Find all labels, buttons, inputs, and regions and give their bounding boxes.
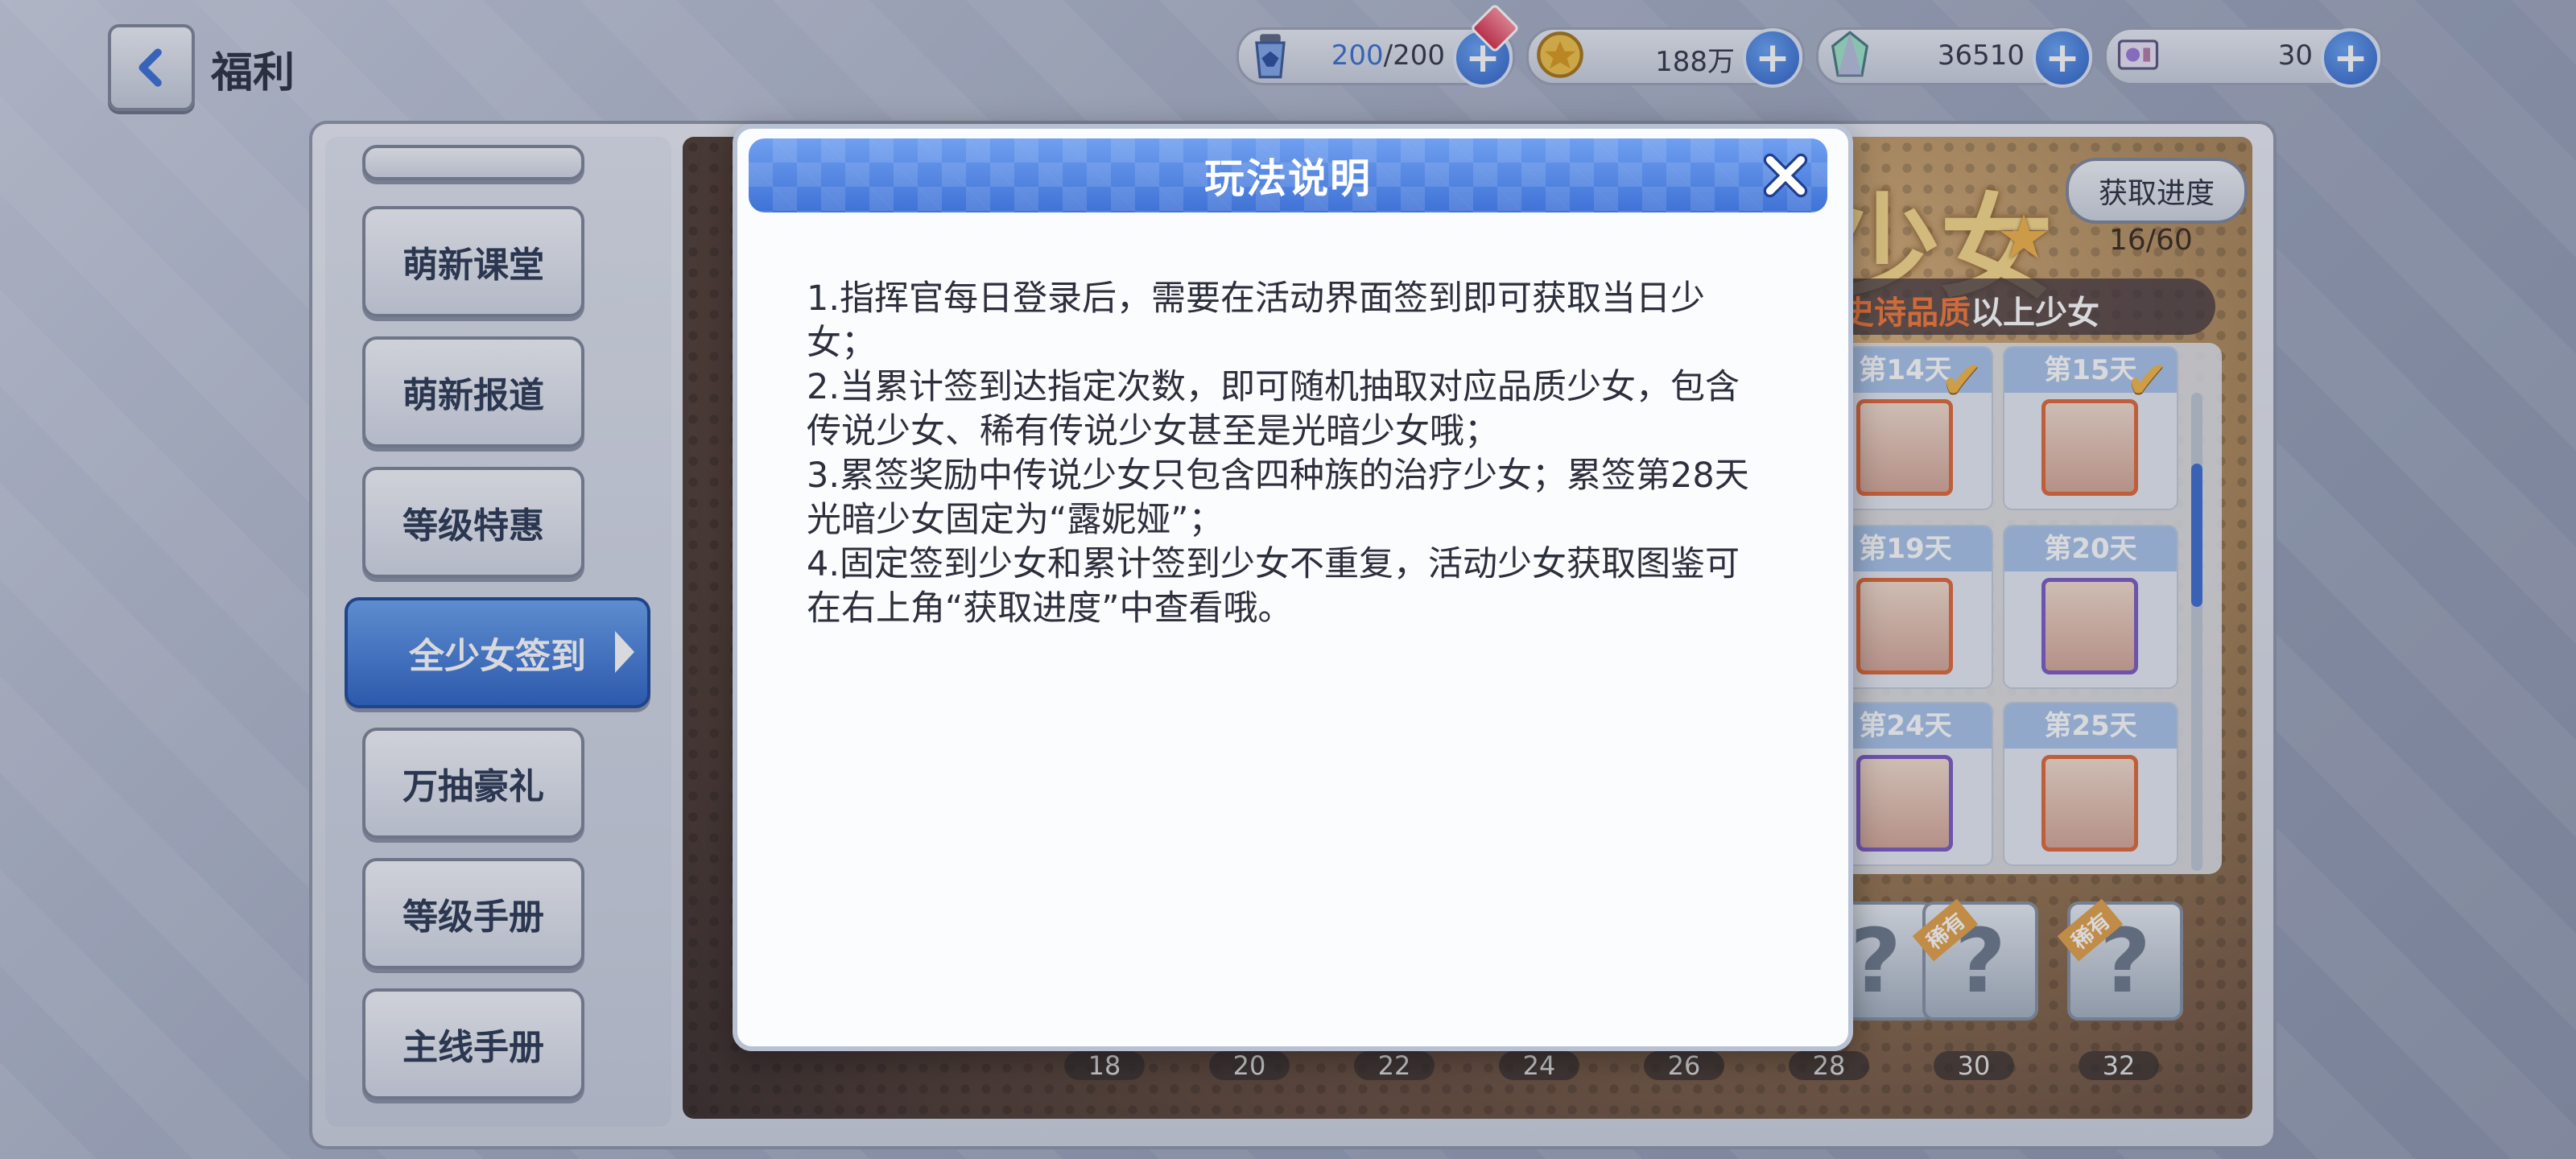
close-button[interactable]: [1757, 146, 1814, 204]
rule-line: 2.当累计签到达指定次数，即可随机抽取对应品质少女，包含传说少女、稀有传说少女甚…: [807, 367, 1740, 452]
rule-line: 1.指挥官每日登录后，需要在活动界面签到即可获取当日少女；: [807, 278, 1706, 363]
rule-line: 3.累签奖励中传说少女只包含四种族的治疗少女；累签第28天光暗少女固定为“露妮娅…: [807, 456, 1749, 540]
modal-header: 玩法说明: [749, 138, 1827, 212]
modal-title: 玩法说明: [1204, 155, 1372, 202]
modal-body: 1.指挥官每日登录后，需要在活动界面签到即可获取当日少女； 2.当累计签到达指定…: [807, 277, 1773, 631]
rule-line: 4.固定签到少女和累计签到少女不重复，活动少女获取图鉴可在右上角“获取进度”中查…: [807, 544, 1740, 629]
close-icon: [1763, 153, 1808, 198]
